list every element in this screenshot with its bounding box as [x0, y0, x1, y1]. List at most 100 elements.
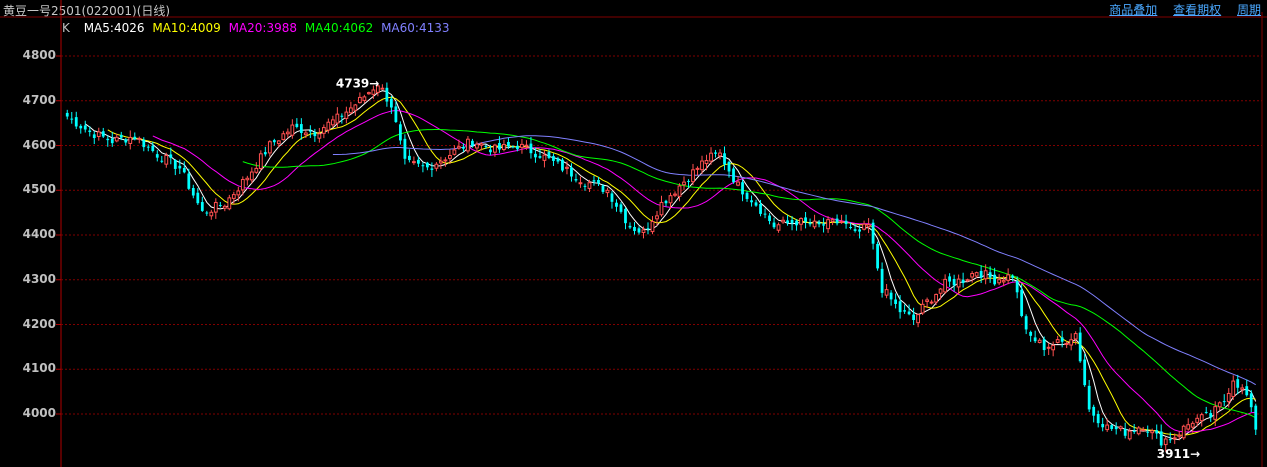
candle-body-up: [326, 121, 331, 131]
candle-body-down: [160, 160, 164, 162]
candle-body-up: [303, 132, 308, 136]
candle-body-up: [826, 219, 830, 230]
candle-body-down: [133, 136, 137, 140]
candle-body-down: [1042, 339, 1046, 351]
candle-body-up: [974, 272, 979, 277]
candle-body-up: [1186, 424, 1191, 430]
candle-body-up: [736, 181, 740, 186]
candle-body-down: [597, 179, 600, 184]
candle-body-up: [137, 137, 142, 140]
candle-body-up: [321, 127, 326, 134]
candle-body-up: [443, 159, 448, 162]
candle-body-down: [624, 208, 627, 224]
candle-body-up: [659, 201, 664, 216]
candle-body-down: [516, 145, 519, 150]
candle-body-down: [1245, 386, 1249, 396]
y-axis-labels: 4000 4100 4200 4300 4400 4500 4600 4700 4800: [0, 0, 60, 467]
candle-body-down: [65, 112, 69, 117]
candle-body-down: [732, 168, 735, 183]
low-label: 3911→: [1157, 447, 1200, 461]
candle-body-up: [682, 181, 686, 186]
candle-body-up: [209, 211, 214, 217]
candle-body-down: [952, 278, 956, 286]
candle-body-down: [1096, 414, 1100, 424]
candle-body-up: [668, 195, 673, 204]
candle-body-down: [1078, 332, 1082, 362]
candle-body-down: [876, 243, 879, 269]
candle-body-up: [348, 107, 353, 114]
candle-body-up: [1064, 343, 1069, 346]
candle-body-up: [457, 146, 461, 149]
candle-body-down: [1209, 413, 1213, 418]
candle-body-up: [1240, 387, 1245, 390]
candle-body-up: [799, 218, 803, 225]
candle-body-down: [628, 225, 632, 228]
candle-body-up: [916, 314, 921, 324]
candle-body-down: [471, 140, 474, 146]
candle-body-up: [362, 96, 367, 101]
candle-body-down: [903, 310, 906, 312]
y-tick-label-4200: 4200: [22, 316, 56, 331]
candle-body-down: [92, 134, 96, 139]
candle-body-down: [191, 188, 195, 196]
candle-body-down: [389, 98, 393, 108]
candle-body-up: [1141, 429, 1146, 432]
candle-body-up: [493, 144, 497, 153]
candle-body-up: [1177, 434, 1182, 437]
candle-body-up: [830, 219, 835, 222]
candle-body-down: [961, 279, 965, 284]
candle-body-up: [1069, 339, 1074, 346]
candle-body-down: [205, 212, 209, 214]
candle-body-down: [804, 217, 807, 222]
candle-body-up: [276, 140, 281, 145]
candle-body-up: [357, 96, 362, 104]
candle-body-up: [1136, 427, 1141, 435]
candle-body-down: [786, 220, 789, 224]
candle-body-up: [565, 166, 569, 169]
candle-body-down: [155, 154, 159, 158]
candle-body-up: [1046, 346, 1051, 349]
candle-body-down: [1033, 337, 1037, 342]
candle-body-down: [1159, 431, 1163, 446]
candle-body-up: [353, 104, 358, 111]
candle-body-down: [462, 146, 465, 149]
candle-body-up: [709, 152, 713, 162]
candle-body-up: [520, 143, 524, 148]
candle-body-down: [1083, 359, 1087, 386]
ma20-line: [152, 109, 1256, 433]
candle-body-up: [1231, 380, 1236, 397]
candle-body-up: [997, 279, 1002, 284]
candle-body-down: [106, 138, 110, 141]
candle-body-up: [812, 220, 817, 228]
candle-body-up: [164, 154, 169, 165]
candle-body-down: [583, 185, 587, 187]
candle-body-down: [489, 149, 492, 153]
candle-body-up: [578, 182, 583, 185]
candle-body-up: [1172, 437, 1177, 440]
candle-body-up: [213, 201, 218, 213]
candle-body-down: [1029, 331, 1033, 336]
candle-body-up: [866, 224, 871, 228]
candle-body-down: [687, 180, 690, 182]
candle-body-up: [479, 143, 484, 146]
candle-body-down: [110, 138, 114, 144]
candle-body-up: [452, 149, 457, 155]
candle-body-down: [759, 203, 762, 214]
candlestick-chart[interactable]: 4739→ 3911→: [0, 0, 1267, 467]
candle-body-down: [299, 124, 303, 133]
candle-body-up: [222, 205, 227, 209]
candle-body-down: [88, 130, 92, 133]
candle-body-down: [1155, 430, 1159, 434]
candle-body-up: [344, 111, 349, 119]
candle-body-up: [245, 177, 250, 181]
candle-body-down: [615, 202, 618, 207]
candle-body-up: [1055, 339, 1060, 343]
candle-body-down: [173, 159, 177, 169]
candle-body-down: [340, 115, 344, 117]
candle-body-down: [538, 156, 542, 158]
candle-body-up: [380, 87, 385, 90]
candle-body-down: [898, 301, 902, 313]
candle-body-down: [556, 158, 560, 162]
candle-body-up: [317, 133, 322, 139]
candle-body-up: [96, 131, 101, 137]
